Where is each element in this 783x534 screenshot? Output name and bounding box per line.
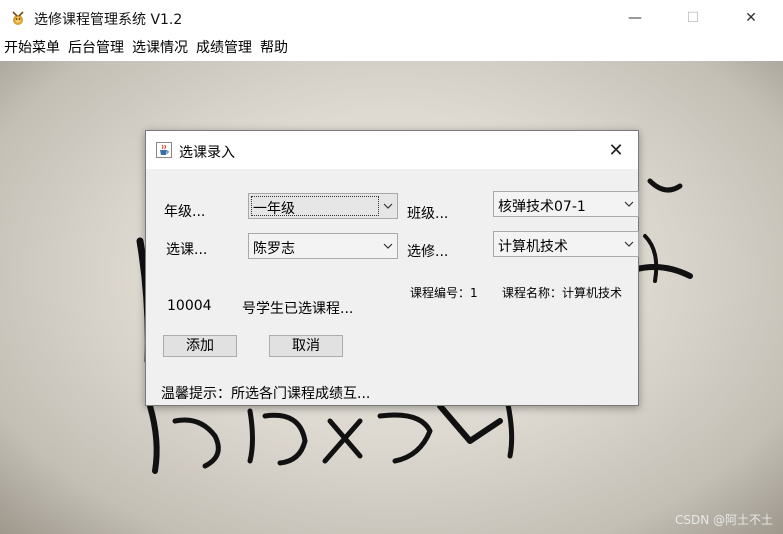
grade-select-value: 一年级 bbox=[253, 201, 295, 217]
student-select-value: 陈罗志 bbox=[253, 241, 295, 257]
close-button[interactable]: ✕ bbox=[728, 0, 774, 36]
course-select-value: 计算机技术 bbox=[498, 239, 568, 255]
chevron-down-icon bbox=[624, 201, 634, 207]
select-course-label: 选课... bbox=[166, 242, 208, 258]
class-select-value: 核弹技术07-1 bbox=[498, 199, 586, 215]
course-select[interactable]: 计算机技术 bbox=[493, 231, 639, 257]
elective-label: 选修... bbox=[407, 244, 449, 260]
menu-grades[interactable]: 成绩管理 bbox=[192, 36, 256, 60]
grade-select[interactable]: 一年级 bbox=[248, 193, 398, 219]
class-label: 班级... bbox=[407, 206, 449, 222]
student-id: 10004 bbox=[167, 298, 212, 314]
dialog-title: 选课录入 bbox=[179, 145, 235, 161]
menu-bar: 开始菜单 后台管理 选课情况 成绩管理 帮助 bbox=[0, 36, 783, 60]
tip-text: 温馨提示：所选各门课程成绩互... bbox=[161, 386, 371, 402]
course-number: 课程编号：1 bbox=[410, 286, 478, 300]
dialog-titlebar: 选课录入 ✕ bbox=[146, 131, 638, 169]
maximize-button[interactable]: ☐ bbox=[670, 0, 716, 36]
chevron-down-icon bbox=[383, 203, 393, 209]
app-icon bbox=[12, 11, 24, 25]
menu-start[interactable]: 开始菜单 bbox=[0, 36, 64, 60]
menu-help[interactable]: 帮助 bbox=[256, 36, 292, 60]
watermark: CSDN @阿土不土 bbox=[674, 513, 773, 527]
window-title: 选修课程管理系统 V1.2 bbox=[34, 12, 183, 28]
student-select[interactable]: 陈罗志 bbox=[248, 233, 398, 259]
course-name: 课程名称：计算机技术 bbox=[502, 286, 623, 300]
menu-admin[interactable]: 后台管理 bbox=[64, 36, 128, 60]
dialog-close-button[interactable]: ✕ bbox=[598, 137, 634, 163]
chevron-down-icon bbox=[624, 241, 634, 247]
window-titlebar: 选修课程管理系统 V1.2 — ☐ ✕ bbox=[0, 0, 783, 36]
chevron-down-icon bbox=[383, 243, 393, 249]
minimize-button[interactable]: — bbox=[612, 0, 658, 36]
course-entry-dialog: 选课录入 ✕ 年级... 一年级 班级... 核弹技术07-1 选课... 陈罗… bbox=[145, 130, 639, 406]
add-button[interactable]: 添加 bbox=[163, 335, 237, 357]
selected-courses-text: 号学生已选课程... bbox=[242, 301, 354, 317]
grade-label: 年级... bbox=[164, 204, 206, 220]
java-cup-icon bbox=[156, 142, 172, 158]
class-select[interactable]: 核弹技术07-1 bbox=[493, 191, 639, 217]
menu-selection[interactable]: 选课情况 bbox=[128, 36, 192, 60]
cancel-button[interactable]: 取消 bbox=[269, 335, 343, 357]
